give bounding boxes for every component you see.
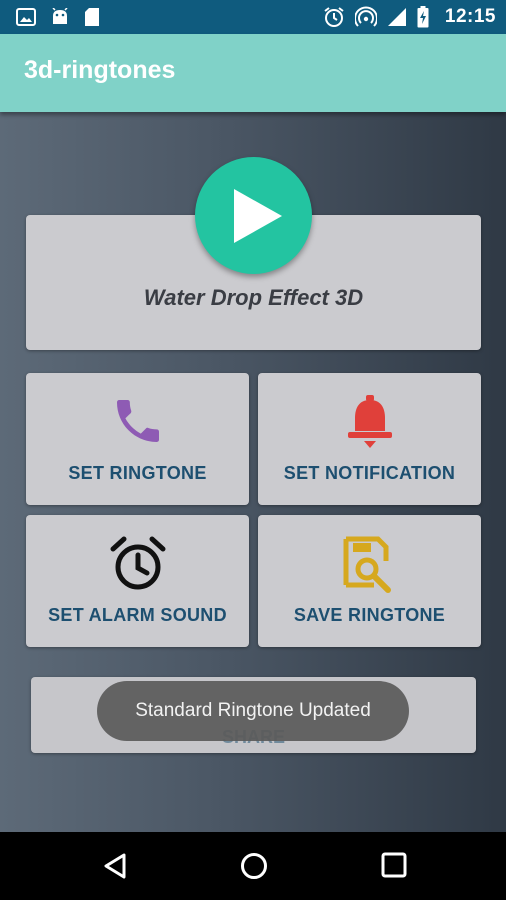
- save-search-icon: [258, 535, 481, 593]
- alarm-clock-icon: [26, 535, 249, 593]
- play-icon: [234, 189, 282, 243]
- home-icon[interactable]: [240, 852, 268, 885]
- save-ringtone-label: SAVE RINGTONE: [293, 605, 446, 625]
- toast-text: Standard Ringtone Updated: [135, 700, 371, 721]
- set-notification-button[interactable]: SET NOTIFICATION: [258, 373, 481, 505]
- sound-title: Water Drop Effect 3D: [143, 285, 364, 310]
- app-bar: 3d-ringtones: [0, 34, 506, 112]
- recents-icon[interactable]: [381, 852, 407, 883]
- toast-message: Standard Ringtone Updated: [97, 681, 409, 741]
- sd-card-icon: [84, 7, 100, 27]
- status-time: 12:15: [444, 6, 496, 27]
- set-alarm-sound-label: SET ALARM SOUND: [48, 605, 227, 625]
- hotspot-icon: [354, 6, 377, 28]
- set-alarm-sound-button[interactable]: SET ALARM SOUND: [26, 515, 249, 647]
- status-bar: 12:15: [0, 0, 506, 34]
- set-ringtone-label: SET RINGTONE: [68, 463, 207, 483]
- android-icon: [50, 8, 70, 26]
- back-icon[interactable]: [102, 852, 128, 885]
- set-notification-label: SET NOTIFICATION: [283, 463, 456, 483]
- signal-icon: [387, 7, 407, 27]
- main-content: Water Drop Effect 3D SET RINGTONE SET NO…: [0, 112, 506, 832]
- app-title: 3d-ringtones: [24, 56, 176, 84]
- set-ringtone-button[interactable]: SET RINGTONE: [26, 373, 249, 505]
- navigation-bar: [0, 832, 506, 900]
- play-button[interactable]: [195, 157, 312, 274]
- save-ringtone-button[interactable]: SAVE RINGTONE: [258, 515, 481, 647]
- battery-charging-icon: [417, 6, 429, 28]
- image-icon: [16, 8, 36, 26]
- bell-icon: [258, 393, 481, 449]
- alarm-icon: [323, 6, 345, 28]
- phone-icon: [26, 393, 249, 449]
